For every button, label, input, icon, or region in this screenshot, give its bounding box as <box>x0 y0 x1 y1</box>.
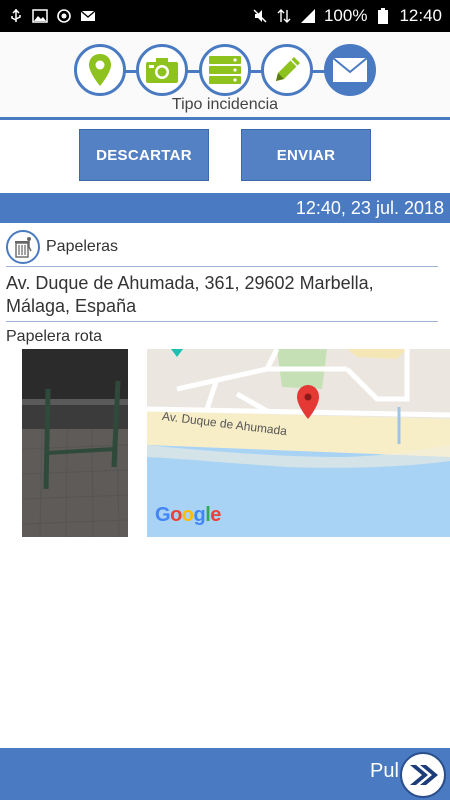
report-datetime: 12:40, 23 jul. 2018 <box>0 193 450 223</box>
double-chevron-right-icon <box>410 765 438 785</box>
report-address: Av. Duque de Ahumada, 361, 29602 Marbell… <box>6 272 438 322</box>
send-button[interactable]: ENVIAR <box>241 129 371 181</box>
sync-icon <box>56 8 72 24</box>
google-logo: Google <box>155 504 221 526</box>
status-bar: 100% 12:40 <box>0 0 450 32</box>
discard-button[interactable]: DESCARTAR <box>79 129 209 181</box>
step-photo[interactable] <box>136 44 188 96</box>
status-time: 12:40 <box>399 6 442 25</box>
bottom-hint-text: Pul <box>370 760 399 782</box>
list-icon <box>209 56 241 84</box>
bottom-bar: Pul <box>0 748 450 800</box>
step-title: Tipo incidencia <box>171 96 279 113</box>
step-progress: Tipo incidencia <box>0 32 450 120</box>
status-right-icons: 100% 12:40 <box>252 6 442 26</box>
map-pin-icon <box>89 54 111 86</box>
step-send[interactable] <box>324 44 376 96</box>
report-description: Papelera rota <box>6 328 103 345</box>
report-category: Papeleras <box>6 227 438 267</box>
step-edit[interactable] <box>261 44 313 96</box>
category-label: Papeleras <box>46 237 119 255</box>
image-icon <box>32 8 48 24</box>
next-button[interactable] <box>400 752 446 798</box>
trash-bin-icon <box>6 229 40 264</box>
signal-icon <box>300 8 316 24</box>
mute-icon <box>252 8 268 24</box>
camera-icon <box>146 58 178 83</box>
data-icon <box>276 8 292 24</box>
incident-photo[interactable] <box>22 349 128 537</box>
envelope-icon <box>332 57 368 82</box>
battery-percentage: 100% <box>323 6 368 25</box>
mail-icon <box>80 8 96 24</box>
location-map[interactable]: Av. Duque de Ahumada Google <box>147 349 450 537</box>
status-left-icons <box>8 8 96 24</box>
action-buttons: DESCARTAR ENVIAR <box>0 129 450 181</box>
battery-icon <box>375 8 391 24</box>
pencil-icon <box>276 57 300 81</box>
usb-icon <box>8 8 24 24</box>
step-location[interactable] <box>74 44 126 96</box>
step-list[interactable] <box>199 44 251 96</box>
